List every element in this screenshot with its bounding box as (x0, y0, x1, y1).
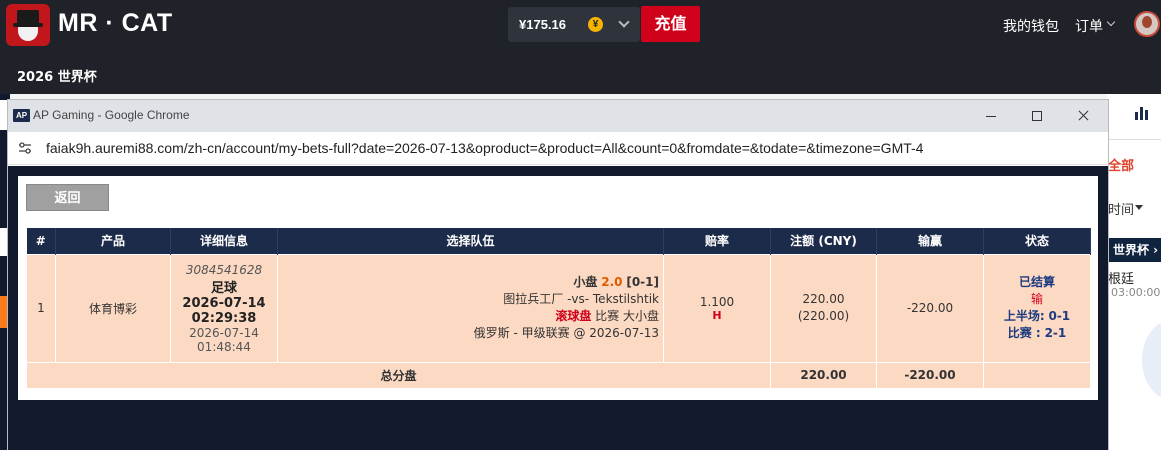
hat-icon (17, 10, 39, 24)
site-header: MR · CAT ¥175.16 ¥ 充值 我的钱包 订单 2026 世界杯 (0, 0, 1161, 94)
column-header: 详细信息 (170, 228, 278, 254)
site-info-icon[interactable] (18, 141, 32, 155)
row-details: 3084541628 足球 2026-07-14 02:29:38 2026-0… (170, 253, 278, 363)
event-time: 02:29:38 (191, 310, 257, 326)
chevron-down-icon (1106, 17, 1116, 27)
background-match-name[interactable]: 根廷 (1108, 268, 1134, 287)
total-label: 总分盘 (26, 361, 771, 389)
minimize-button[interactable] (968, 100, 1014, 132)
placed-date: 2026-07-14 (189, 325, 259, 340)
row-status: 已结算 输 上半场: 0-1 比赛 : 2-1 (983, 253, 1091, 363)
background-time-sort[interactable]: 时间 (1108, 199, 1134, 218)
caret-down-icon (1135, 205, 1143, 210)
table-header-row: # 产品 详细信息 选择队伍 赔率 注额 (CNY) 输赢 状态 (26, 228, 1091, 254)
stake-actual: (220.00) (797, 309, 850, 323)
selection-line: 小盘 2.0 [0-1] (278, 274, 659, 291)
full-score-line: 比赛 : 2-1 (984, 325, 1090, 342)
column-header: 注额 (CNY) (770, 228, 877, 254)
minimize-icon (986, 116, 996, 117)
background-match-time: 03:00:00 (1111, 286, 1161, 299)
column-header: 赔率 (663, 228, 771, 254)
bet-id: 3084541628 (185, 262, 263, 277)
selection-market: 小盘 (573, 275, 598, 289)
total-stake: 220.00 (770, 361, 877, 389)
address-bar[interactable]: faiak9h.auremi88.com/zh-cn/account/my-be… (8, 132, 1108, 165)
background-all-filter[interactable]: 全部 (1108, 155, 1134, 174)
window-titlebar[interactable]: AP AP Gaming - Google Chrome (8, 100, 1108, 132)
row-stake: 220.00 (220.00) (770, 253, 877, 363)
bets-panel: 返回 # 产品 详细信息 选择队伍 赔率 注额 (CNY) 输赢 状态 1 体育… (18, 176, 1098, 400)
bets-table: # 产品 详细信息 选择队伍 赔率 注额 (CNY) 输赢 状态 1 体育博彩 (26, 228, 1091, 389)
chrome-popup-window: AP AP Gaming - Google Chrome faiak9h.aur… (8, 100, 1108, 450)
brand-name[interactable]: MR · CAT (58, 9, 173, 38)
maximize-icon (1032, 111, 1042, 121)
odds-type: H (712, 308, 722, 322)
column-header: # (26, 228, 56, 254)
close-button[interactable] (1060, 100, 1106, 132)
user-avatar[interactable] (1134, 11, 1160, 37)
sport-name: 足球 (210, 280, 237, 296)
deposit-button[interactable]: 充值 (641, 6, 700, 42)
selection-live-tag: 滚球盘 (555, 309, 592, 323)
full-label: 比赛 : (1007, 326, 1041, 340)
row-win-loss: -220.00 (876, 253, 984, 363)
back-button[interactable]: 返回 (26, 184, 109, 211)
row-odds: 1.100 H (663, 253, 771, 363)
selection-type: 滚球盘 比赛 大小盘 (278, 308, 659, 325)
half-score-line: 上半场: 0-1 (984, 308, 1090, 325)
selection-teams: 图拉兵工厂 -vs- Tekstilshtik (503, 292, 659, 306)
yuan-coin-icon: ¥ (588, 17, 603, 32)
column-header: 产品 (55, 228, 171, 254)
row-index: 1 (26, 253, 56, 363)
window-title: AP Gaming - Google Chrome (33, 108, 190, 122)
selection-handicap: 2.0 (601, 275, 623, 289)
full-score: 2-1 (1044, 326, 1067, 340)
stake-value: 220.00 (802, 292, 845, 306)
mr-cat-logo[interactable] (6, 4, 50, 46)
column-header: 输赢 (876, 228, 984, 254)
placed-time: 01:48:44 (197, 339, 251, 354)
bar-chart-icon[interactable] (1134, 104, 1150, 120)
status-badge: 已结算 (1018, 275, 1055, 289)
column-header: 选择队伍 (277, 228, 664, 254)
chevron-down-icon (618, 16, 630, 28)
half-score: 0-1 (1048, 309, 1071, 323)
odds-value: 1.100 (699, 294, 735, 309)
half-label: 上半场: (1003, 309, 1045, 323)
ap-gaming-icon: AP (13, 109, 30, 122)
orders-menu[interactable]: 订单 (1075, 16, 1103, 36)
background-worldcup-header[interactable]: 世界杯 › (1107, 238, 1161, 262)
result-text: 输 (1030, 292, 1043, 306)
row-product: 体育博彩 (55, 253, 171, 363)
cat-face-icon (18, 27, 38, 41)
total-row: 总分盘 220.00 -220.00 (26, 361, 1091, 389)
my-wallet-link[interactable]: 我的钱包 (1003, 16, 1059, 36)
url-text[interactable]: faiak9h.auremi88.com/zh-cn/account/my-be… (46, 140, 923, 156)
total-empty (983, 361, 1091, 389)
balance-amount: ¥175.16 (519, 17, 566, 32)
selection-type-text: 比赛 大小盘 (595, 309, 659, 323)
balance-dropdown[interactable]: ¥175.16 ¥ (508, 7, 640, 42)
column-header: 状态 (983, 228, 1091, 254)
total-win-loss: -220.00 (876, 361, 984, 389)
table-row: 1 体育博彩 3084541628 足球 2026-07-14 02:29:38… (26, 253, 1091, 363)
popup-content: 返回 # 产品 详细信息 选择队伍 赔率 注额 (CNY) 输赢 状态 1 体育… (8, 166, 1108, 450)
maximize-button[interactable] (1014, 100, 1060, 132)
selection-league: 俄罗斯 - 甲级联赛 @ 2026-07-13 (473, 326, 659, 340)
selection-score: [0-1] (626, 275, 659, 289)
subnav-worldcup[interactable]: 2026 世界杯 (17, 66, 97, 85)
event-date: 2026-07-14 (182, 295, 266, 311)
row-selection: 小盘 2.0 [0-1] 图拉兵工厂 -vs- Tekstilshtik 滚球盘… (277, 253, 664, 363)
